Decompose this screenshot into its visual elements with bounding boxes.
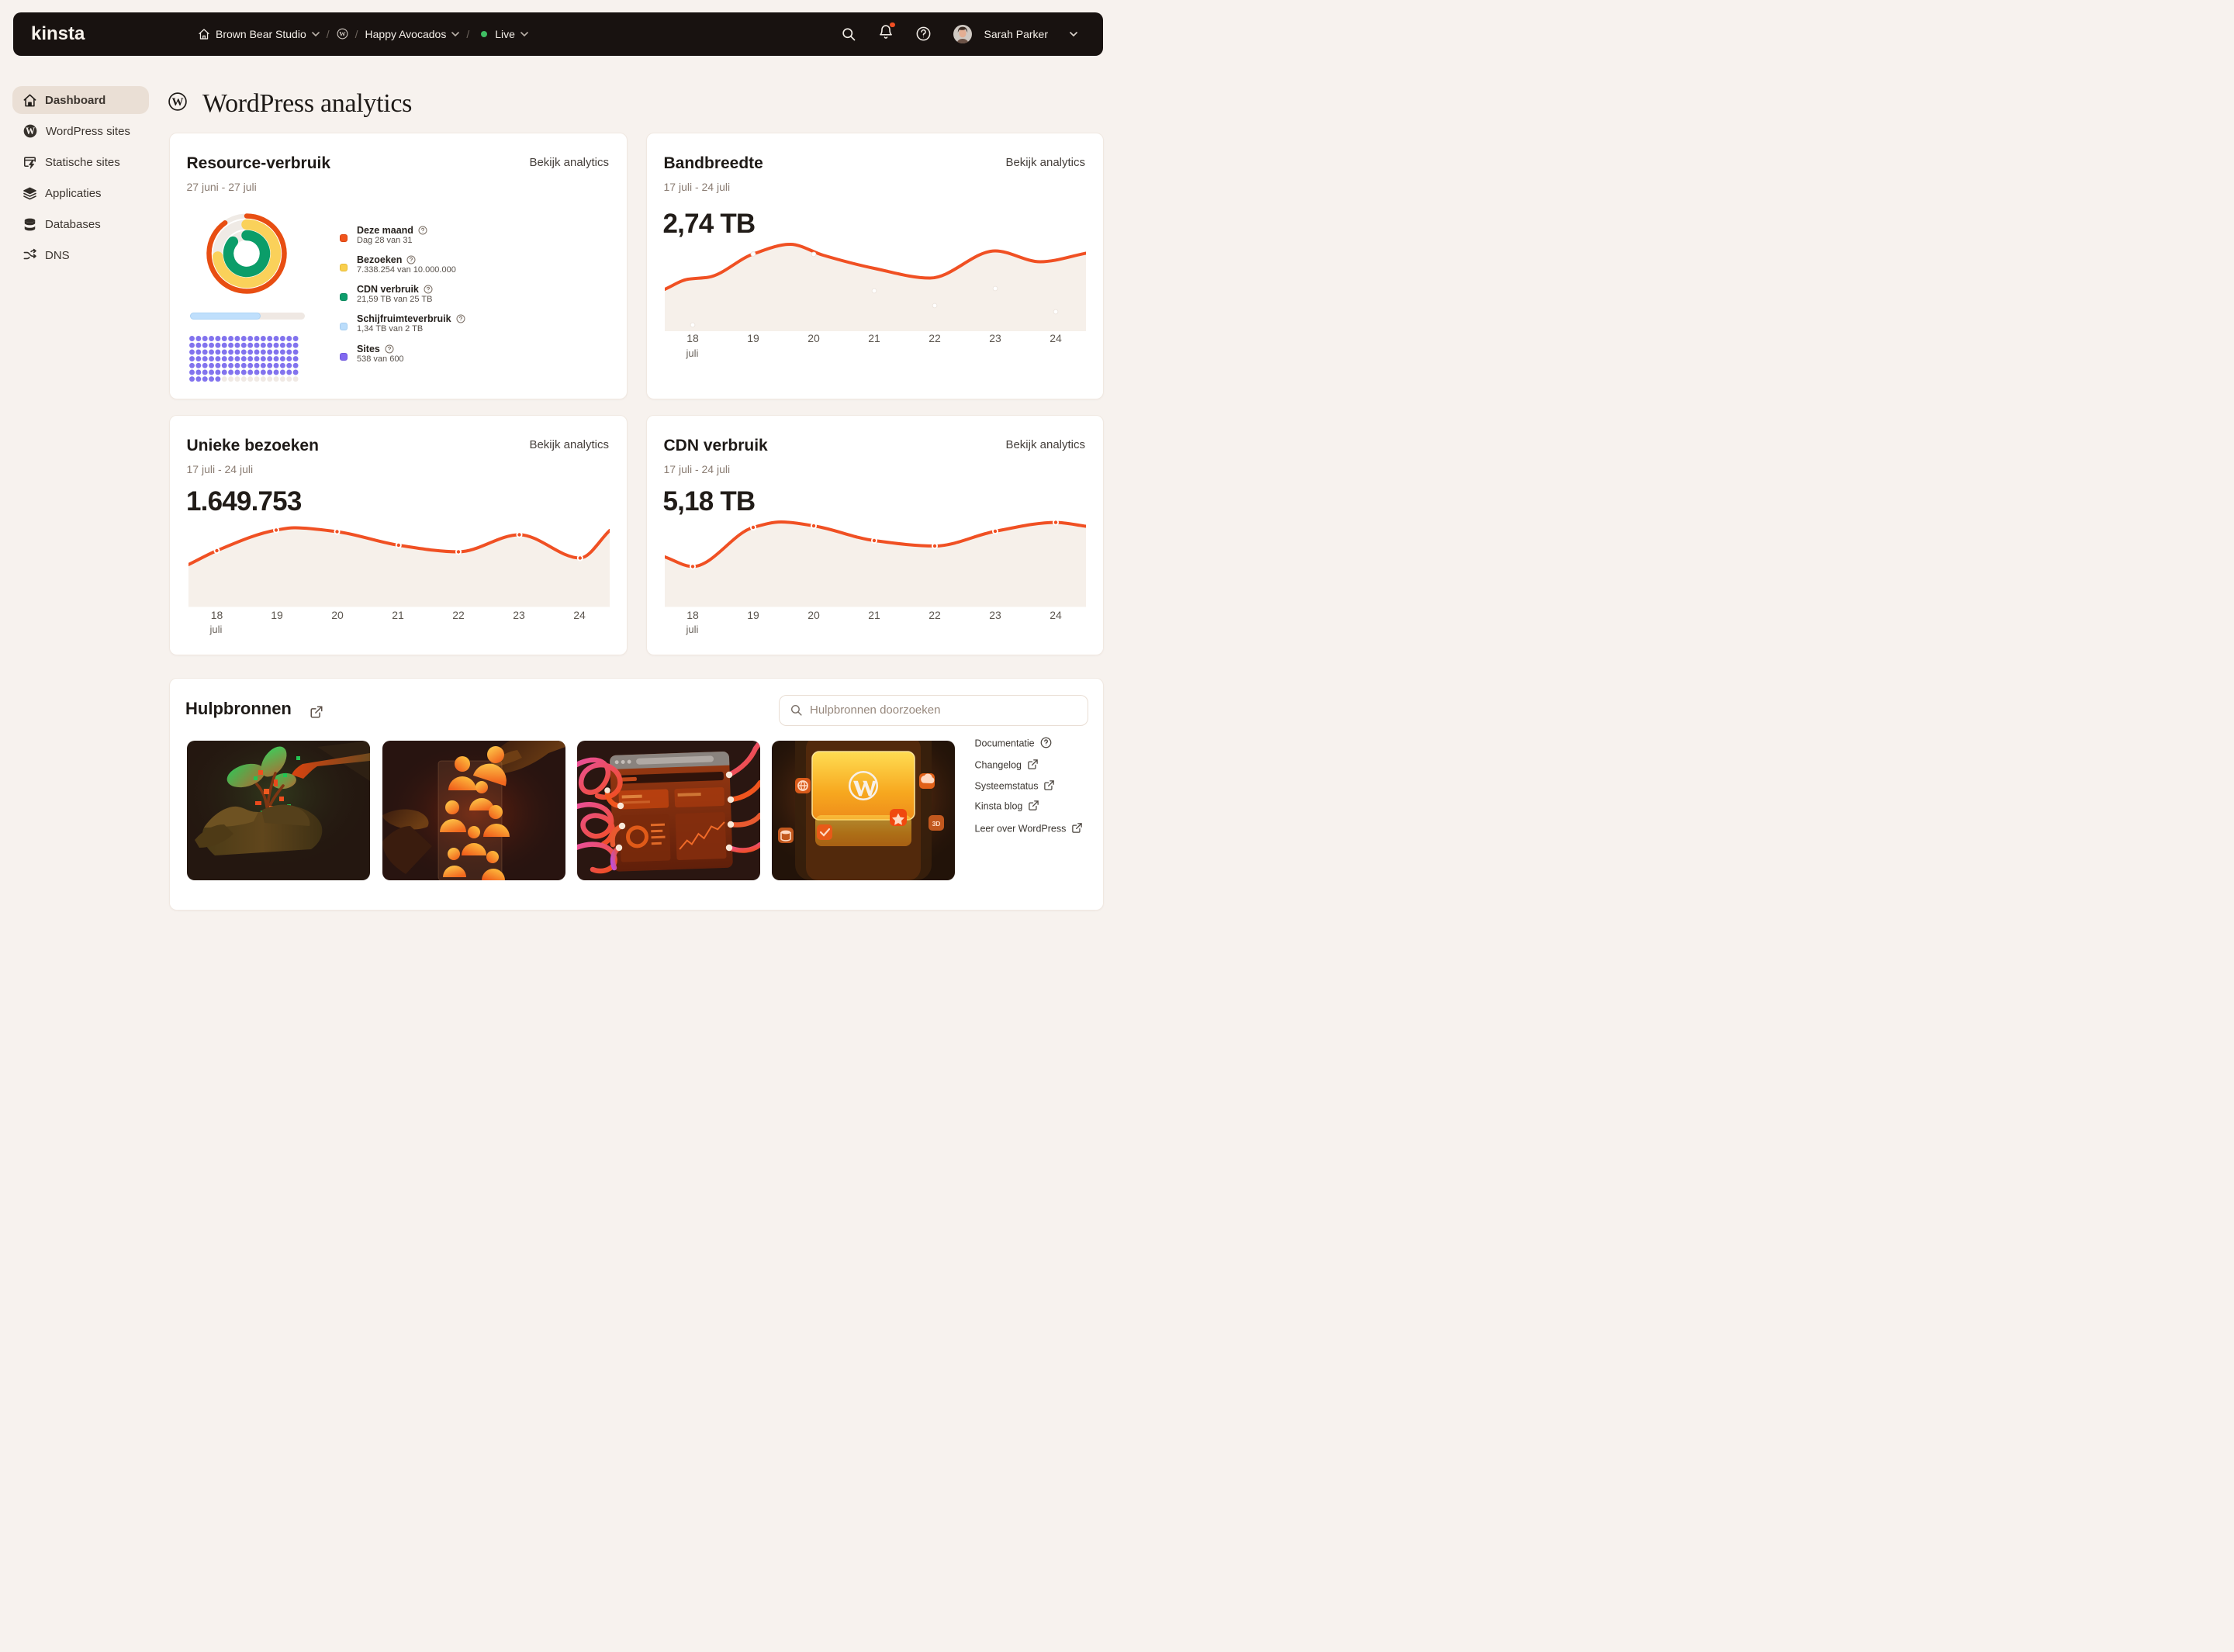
- svg-text:W: W: [172, 96, 184, 109]
- svg-text:W: W: [26, 126, 35, 137]
- svg-text:3D: 3D: [932, 820, 940, 828]
- svg-text:W: W: [339, 29, 346, 37]
